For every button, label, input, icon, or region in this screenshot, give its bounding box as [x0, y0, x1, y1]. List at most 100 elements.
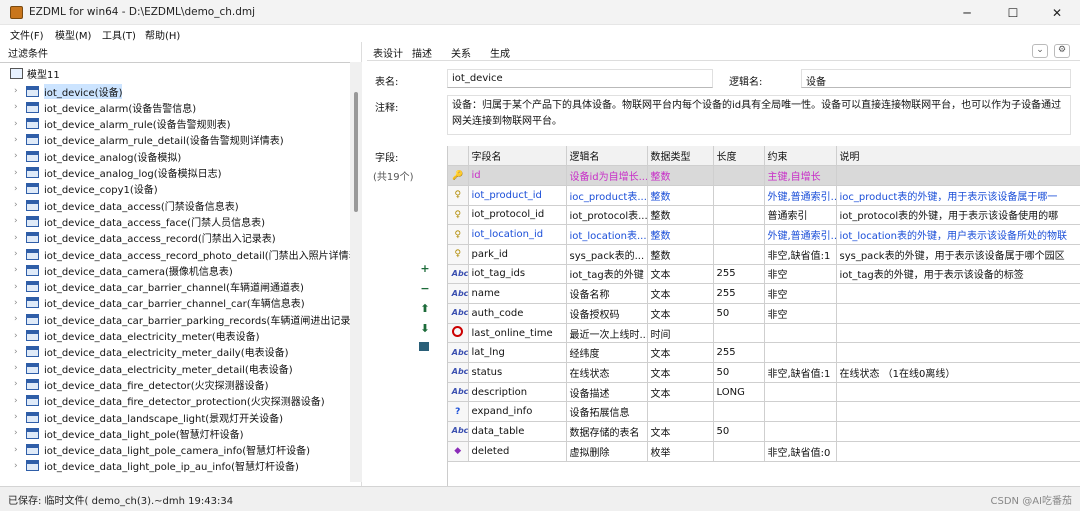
table-row[interactable]: ♀ iot_location_id iot_location表... 整数 外键,普通索…: [448, 224, 1080, 245]
row-icon-cell[interactable]: Abc: [448, 362, 469, 383]
cell-logic-name[interactable]: sys_pack表的...: [566, 244, 648, 265]
table-row[interactable]: Abc description 设备描述 文本 LONG: [448, 382, 1080, 403]
chevron-right-icon[interactable]: ›: [14, 216, 26, 226]
cell-logic-name[interactable]: 经纬度: [566, 342, 648, 364]
chevron-right-icon[interactable]: ›: [14, 102, 26, 112]
cell-constraint[interactable]: 非空: [764, 283, 837, 304]
tree-item-table[interactable]: › iot_device_data_light_pole(智慧灯杆设备): [14, 425, 244, 441]
chevron-right-icon[interactable]: ›: [14, 314, 26, 324]
chevron-right-icon[interactable]: ›: [14, 363, 26, 373]
tree-item-table[interactable]: › iot_device_data_access(门禁设备信息表): [14, 197, 239, 213]
cell-logic-name[interactable]: 设备拓展信息: [566, 401, 648, 423]
chevron-right-icon[interactable]: ›: [14, 412, 26, 422]
chevron-right-icon[interactable]: ›: [14, 233, 26, 243]
tree-item-table[interactable]: › iot_device_alarm_rule(设备告警规则表): [14, 116, 231, 132]
tree-item-table[interactable]: › iot_device_data_light_pole_camera_info(…: [14, 442, 310, 458]
grid-header-logic-name[interactable]: 逻辑名: [566, 146, 648, 167]
tree-item-table[interactable]: › iot_device_alarm_rule_detail(设备告警规则详情表): [14, 132, 284, 148]
cell-description[interactable]: [836, 342, 1080, 364]
cell-constraint[interactable]: 非空,缺省值:1: [764, 244, 837, 265]
row-icon-cell[interactable]: 🔑: [448, 165, 469, 186]
close-button[interactable]: ✕: [1034, 0, 1080, 25]
chevron-right-icon[interactable]: ›: [14, 168, 26, 178]
row-icon-cell[interactable]: ?: [448, 401, 469, 423]
chevron-right-icon[interactable]: ›: [14, 298, 26, 308]
chevron-right-icon[interactable]: ›: [14, 135, 26, 145]
row-icon-cell[interactable]: ♀: [448, 244, 469, 265]
cell-field-name[interactable]: status: [468, 362, 567, 383]
table-row[interactable]: last_online_time 最近一次上线时... 时间: [448, 323, 1080, 344]
row-icon-cell[interactable]: Abc: [448, 264, 469, 285]
cell-field-name[interactable]: id: [468, 165, 567, 186]
tree-item-table[interactable]: › iot_device_analog(设备模拟): [14, 148, 181, 164]
table-name-input[interactable]: iot_device: [447, 69, 713, 88]
cell-data-type[interactable]: 文本: [647, 264, 714, 285]
cell-description[interactable]: iot_protocol表的外键，用于表示该设备使用的哪: [836, 205, 1080, 226]
tree-item-table[interactable]: › iot_device_data_car_barrier_channel_car…: [14, 295, 305, 311]
tree-item-table[interactable]: › iot_device_data_electricity_meter_daily…: [14, 344, 289, 360]
row-icon-cell[interactable]: [448, 323, 469, 344]
cell-data-type[interactable]: 文本: [647, 362, 714, 383]
grid-header-data-type[interactable]: 数据类型: [647, 146, 714, 167]
cell-data-type[interactable]: 文本: [647, 283, 714, 304]
tree-item-table[interactable]: › iot_device_data_access_record_photo_det…: [14, 246, 350, 262]
cell-length[interactable]: LONG: [713, 382, 765, 403]
cell-description[interactable]: iot_location表的外键，用户表示该设备所处的物联: [836, 224, 1080, 245]
chevron-right-icon[interactable]: ›: [14, 445, 26, 455]
cell-constraint[interactable]: [764, 323, 837, 344]
cell-length[interactable]: 255: [713, 342, 765, 364]
menu-file[interactable]: 文件(F): [10, 27, 44, 42]
tab-generate[interactable]: 生成: [490, 45, 510, 60]
cell-constraint[interactable]: 非空: [764, 303, 837, 324]
cell-description[interactable]: [836, 421, 1080, 442]
chevron-right-icon[interactable]: ›: [14, 119, 26, 129]
tree-scrollbar[interactable]: [350, 62, 362, 482]
grid-header-description[interactable]: 说明: [836, 146, 1080, 167]
cell-description[interactable]: [836, 165, 1080, 186]
tree-item-table[interactable]: › iot_device_copy1(设备): [14, 181, 158, 197]
cell-field-name[interactable]: iot_tag_ids: [468, 264, 567, 285]
tree-item-table[interactable]: › iot_device_data_electricity_meter_detai…: [14, 360, 293, 376]
tree-item-table[interactable]: › iot_device_data_access_record(门禁出入记录表): [14, 230, 276, 246]
cell-constraint[interactable]: 普通索引: [764, 205, 837, 226]
tree-item-table[interactable]: › iot_device_data_fire_detector(火灾探测器设备): [14, 376, 269, 392]
cell-constraint[interactable]: 外键,普通索引...: [764, 185, 837, 206]
chevron-right-icon[interactable]: ›: [14, 428, 26, 438]
tree-item-table[interactable]: › iot_device_alarm(设备告警信息): [14, 99, 196, 115]
cell-description[interactable]: 在线状态 （1在线0离线）: [836, 362, 1080, 383]
cell-data-type[interactable]: 文本: [647, 421, 714, 442]
cell-logic-name[interactable]: 设备id为自增长...: [566, 165, 648, 186]
row-icon-cell[interactable]: ♀: [448, 205, 469, 226]
cell-length[interactable]: [713, 224, 765, 245]
table-row[interactable]: ? expand_info 设备拓展信息: [448, 401, 1080, 423]
cell-logic-name[interactable]: 在线状态: [566, 362, 648, 383]
cell-constraint[interactable]: 非空,缺省值:0: [764, 441, 837, 462]
cell-constraint[interactable]: 非空,缺省值:1: [764, 362, 837, 383]
tree-item-table[interactable]: › iot_device_data_car_barrier_parking_rec…: [14, 311, 350, 327]
tree-item-table[interactable]: › iot_device_data_light_pole_ip_au_info(智…: [14, 458, 299, 474]
tree-item-table[interactable]: › iot_device(设备): [14, 83, 123, 99]
cell-data-type[interactable]: 时间: [647, 323, 714, 344]
settings-icon[interactable]: ⚙: [1054, 44, 1070, 58]
chevron-right-icon[interactable]: ›: [14, 151, 26, 161]
cell-length[interactable]: [713, 244, 765, 265]
cell-data-type[interactable]: 文本: [647, 342, 714, 364]
remove-field-icon[interactable]: −: [419, 282, 431, 295]
row-icon-cell[interactable]: Abc: [448, 342, 469, 364]
cell-data-type[interactable]: 枚举: [647, 441, 714, 462]
cell-field-name[interactable]: iot_protocol_id: [468, 205, 567, 226]
cell-description[interactable]: ioc_product表的外键，用于表示该设备属于哪一: [836, 185, 1080, 206]
cell-constraint[interactable]: 主键,自增长: [764, 165, 837, 186]
cell-length[interactable]: [713, 441, 765, 462]
chevron-right-icon[interactable]: ›: [14, 331, 26, 341]
fields-grid[interactable]: 字段名 逻辑名 数据类型 长度 约束 说明 🔑 id 设备id为自增长... 整数 主键…: [447, 146, 1080, 486]
cell-length[interactable]: 50: [713, 421, 765, 442]
tree-item-table[interactable]: › iot_device_data_camera(摄像机信息表): [14, 262, 233, 278]
table-row[interactable]: Abc lat_lng 经纬度 文本 255: [448, 342, 1080, 364]
cell-field-name[interactable]: last_online_time: [468, 323, 567, 344]
cell-description[interactable]: [836, 441, 1080, 462]
maximize-button[interactable]: ☐: [990, 0, 1036, 25]
tab-table-design[interactable]: 表设计: [373, 45, 403, 60]
row-icon-cell[interactable]: ♀: [448, 224, 469, 245]
chevron-right-icon[interactable]: ›: [14, 347, 26, 357]
